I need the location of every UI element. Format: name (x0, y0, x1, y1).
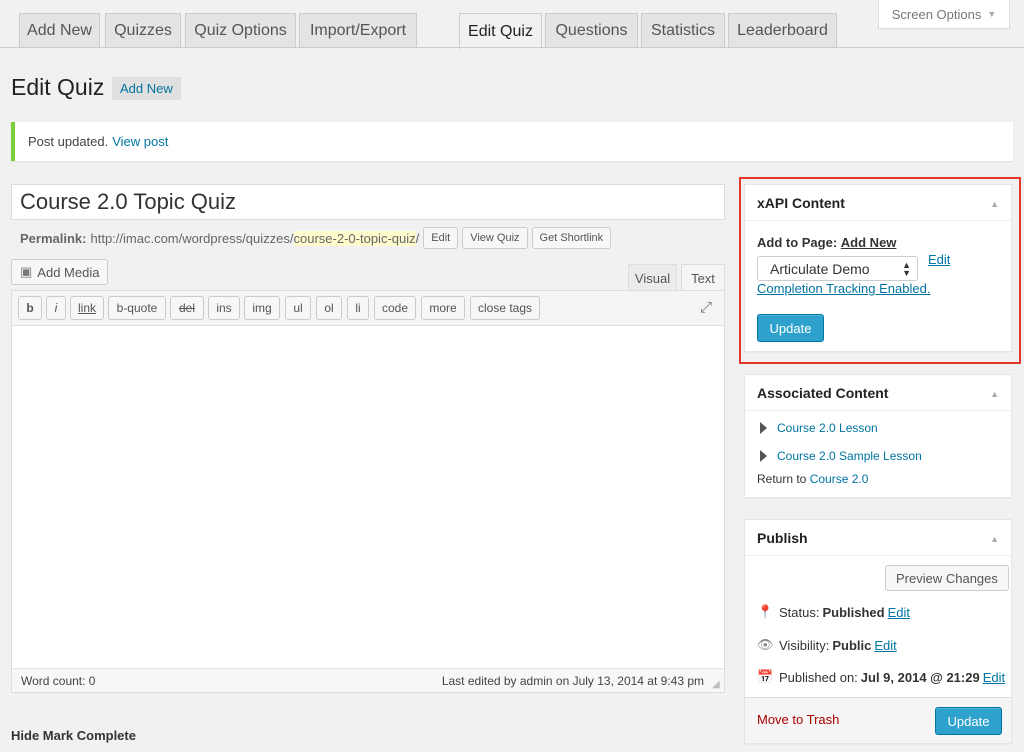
add-new-button[interactable]: Add New (112, 77, 181, 100)
qt-ol-button[interactable]: ol (316, 296, 342, 320)
add-media-icon: ▣ (20, 264, 33, 279)
qt-bquote-button[interactable]: b-quote (108, 296, 166, 320)
tab-leaderboard[interactable]: Leaderboard (728, 13, 837, 48)
qt-del-button[interactable]: del (170, 296, 204, 320)
get-shortlink-button[interactable]: Get Shortlink (531, 227, 612, 249)
tab-text[interactable]: Text (681, 264, 725, 291)
qt-li-button[interactable]: li (347, 296, 369, 320)
tab-edit-quiz[interactable]: Edit Quiz (459, 13, 542, 49)
quicktags-toolbar: b i link b-quote del ins img ul ol li co… (12, 291, 724, 326)
qt-close-tags-button[interactable]: close tags (470, 296, 540, 320)
status-value: Published (822, 604, 885, 620)
associated-box-title: Associated Content (757, 384, 889, 401)
eye-icon: 👁 (757, 637, 774, 652)
associated-item[interactable]: Course 2.0 Lesson (760, 421, 878, 435)
pin-icon: 📍 (757, 604, 774, 619)
published-on-row: 📅 Published on: Jul 9, 2014 @ 21:29 Edit (757, 669, 1005, 685)
move-to-trash-link[interactable]: Move to Trash (757, 712, 839, 727)
visibility-label: Visibility: (779, 637, 830, 653)
hide-mark-complete: Hide Mark Complete (11, 728, 136, 743)
view-quiz-button[interactable]: View Quiz (462, 227, 528, 249)
add-media-label: Add Media (37, 264, 100, 280)
publish-box-header[interactable]: Publish ▲ (745, 520, 1011, 556)
visibility-row: 👁 Visibility: Public Edit (757, 637, 897, 653)
tab-statistics[interactable]: Statistics (641, 13, 725, 48)
qt-img-button[interactable]: img (244, 296, 280, 320)
status-edit-link[interactable]: Edit (888, 605, 910, 620)
add-media-button[interactable]: ▣ Add Media (11, 259, 109, 285)
permalink-base: http://imac.com/wordpress/quizzes/ (90, 230, 294, 246)
editor-textarea[interactable] (12, 327, 724, 669)
calendar-icon: 📅 (757, 669, 774, 684)
publish-box: Publish ▲ Preview Changes 📍 Status: Publ… (744, 519, 1012, 744)
word-count: Word count: 0 (21, 673, 96, 688)
qt-link-button[interactable]: link (70, 296, 104, 320)
published-on-label: Published on: (779, 669, 858, 685)
update-notice: Post updated. View post (11, 122, 1013, 161)
view-post-link[interactable]: View post (112, 134, 168, 149)
return-course-link[interactable]: Course 2.0 (810, 472, 869, 486)
screen-options-button[interactable]: Screen Options ▼ (878, 0, 1010, 29)
content-editor: b i link b-quote del ins img ul ol li co… (11, 290, 725, 693)
associated-item[interactable]: Course 2.0 Sample Lesson (760, 449, 922, 463)
tab-divider (0, 47, 1024, 48)
permalink-label: Permalink: (20, 230, 87, 246)
publish-box-title: Publish (757, 529, 808, 546)
triangle-right-icon (760, 422, 767, 434)
fullscreen-icon[interactable]: ⤢ (698, 300, 714, 316)
status-row: 📍 Status: Published Edit (757, 604, 910, 620)
post-title-input[interactable]: Course 2.0 Topic Quiz (11, 184, 725, 220)
highlight-frame (739, 177, 1021, 364)
return-row: Return to Course 2.0 (757, 472, 868, 486)
published-edit-link[interactable]: Edit (983, 670, 1005, 685)
visibility-edit-link[interactable]: Edit (874, 638, 896, 653)
collapse-arrow-icon[interactable]: ▲ (990, 389, 999, 399)
publish-update-button[interactable]: Update (935, 707, 1002, 735)
edit-permalink-button[interactable]: Edit (423, 227, 459, 249)
qt-more-button[interactable]: more (421, 296, 465, 320)
associated-item-label[interactable]: Course 2.0 Lesson (777, 421, 878, 435)
editor-status-bar: Word count: 0 Last edited by admin on Ju… (12, 668, 724, 692)
published-on-value: Jul 9, 2014 @ 21:29 (860, 669, 980, 685)
associated-box-header[interactable]: Associated Content ▲ (745, 375, 1011, 411)
triangle-right-icon (760, 450, 767, 462)
resize-grip-icon[interactable]: ◢ (712, 680, 722, 690)
qt-bold-button[interactable]: b (18, 296, 42, 320)
associated-item-label[interactable]: Course 2.0 Sample Lesson (777, 449, 922, 463)
qt-ul-button[interactable]: ul (285, 296, 311, 320)
permalink-slug[interactable]: course-2-0-topic-quiz (293, 230, 416, 246)
permalink-row: Permalink: http://imac.com/wordpress/qui… (20, 227, 612, 249)
tab-quizzes[interactable]: Quizzes (105, 13, 181, 48)
permalink-suffix: / (415, 230, 420, 246)
tab-quiz-options[interactable]: Quiz Options (185, 13, 296, 48)
publish-actions: Move to Trash Update (745, 697, 1011, 743)
qt-italic-button[interactable]: i (46, 296, 66, 320)
tab-questions[interactable]: Questions (545, 13, 638, 48)
tab-visual[interactable]: Visual (628, 264, 677, 291)
return-prefix: Return to (757, 472, 807, 486)
notice-text: Post updated. (28, 134, 109, 149)
qt-code-button[interactable]: code (374, 296, 416, 320)
last-edited: Last edited by admin on July 13, 2014 at… (441, 673, 704, 688)
page-title: Edit Quiz (11, 74, 105, 100)
associated-content-box: Associated Content ▲ Course 2.0 Lesson C… (744, 374, 1012, 498)
tab-import-export[interactable]: Import/Export (299, 13, 417, 48)
tab-add-new[interactable]: Add New (19, 13, 100, 48)
collapse-arrow-icon[interactable]: ▲ (990, 534, 999, 544)
visibility-value: Public (832, 637, 872, 653)
status-label: Status: (779, 604, 820, 620)
dropdown-arrow-icon: ▼ (987, 9, 997, 19)
preview-changes-button[interactable]: Preview Changes (885, 565, 1009, 591)
qt-ins-button[interactable]: ins (208, 296, 240, 320)
screen-options-label: Screen Options (891, 6, 982, 22)
